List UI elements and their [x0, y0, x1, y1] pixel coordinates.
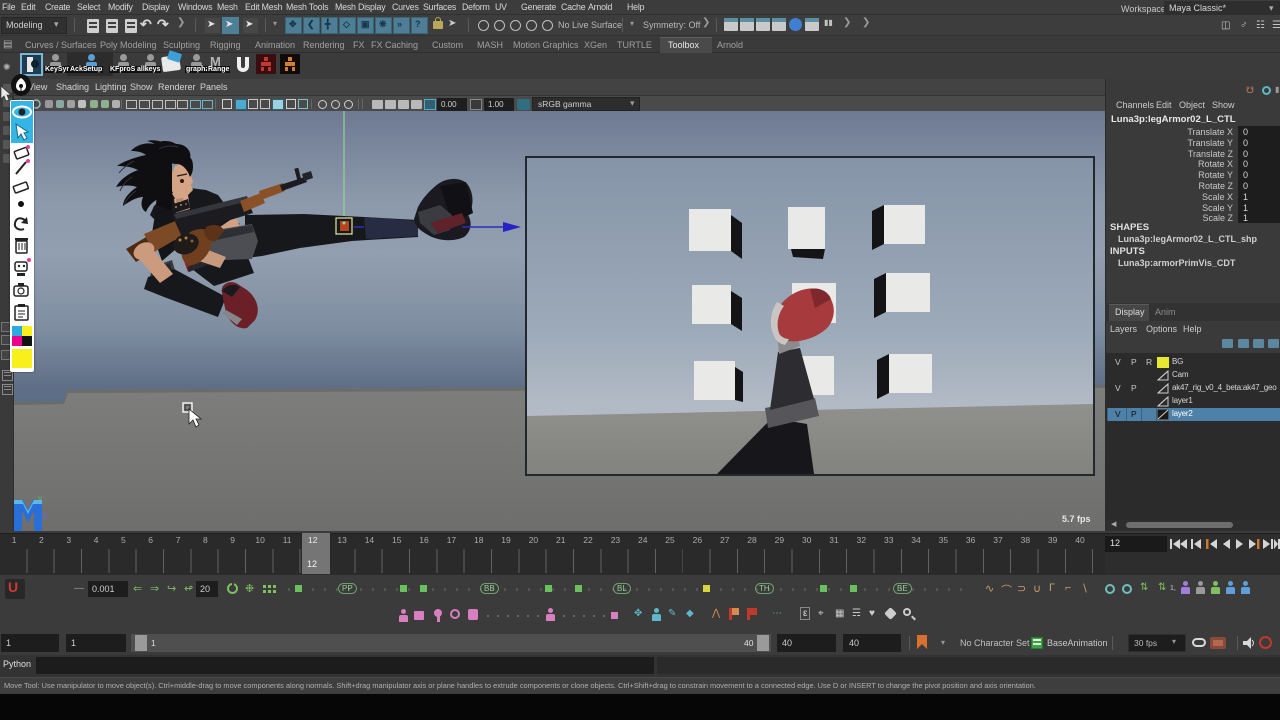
- svg-text:z: z: [44, 511, 48, 520]
